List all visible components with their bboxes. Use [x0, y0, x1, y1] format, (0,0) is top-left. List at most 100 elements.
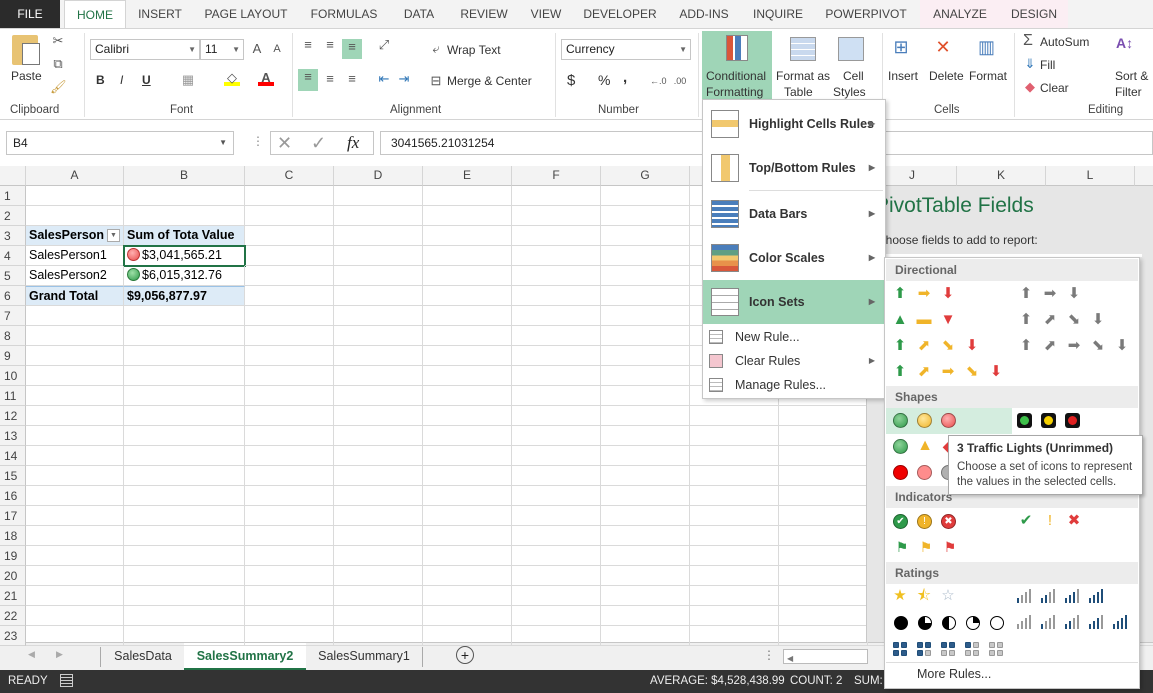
cell-D22[interactable]: [334, 606, 423, 626]
column-header-k[interactable]: K: [957, 166, 1046, 186]
row-header-14[interactable]: 14: [0, 446, 26, 466]
cell-G9[interactable]: [601, 346, 690, 366]
copy-icon[interactable]: ⧉: [50, 56, 66, 72]
cell-C12[interactable]: [245, 406, 334, 426]
cell-A5[interactable]: SalesPerson2: [26, 266, 124, 286]
row-header-18[interactable]: 18: [0, 526, 26, 546]
column-header-e[interactable]: E: [423, 166, 512, 186]
cell-D19[interactable]: [334, 546, 423, 566]
tab-review[interactable]: REVIEW: [452, 0, 516, 28]
cell-C17[interactable]: [245, 506, 334, 526]
cell-D11[interactable]: [334, 386, 423, 406]
cell-H12[interactable]: [690, 406, 779, 426]
cell-A9[interactable]: [26, 346, 124, 366]
cell-E19[interactable]: [423, 546, 512, 566]
menu-item-manage-rules[interactable]: Manage Rules...: [703, 373, 885, 397]
comma-button[interactable]: ,: [623, 69, 627, 86]
more-rules-link[interactable]: More Rules...: [917, 667, 991, 681]
borders-icon[interactable]: ▦: [180, 72, 196, 88]
insert-button[interactable]: Insert: [888, 69, 918, 83]
cell-C19[interactable]: [245, 546, 334, 566]
tab-data[interactable]: DATA: [392, 0, 446, 28]
cell-B1[interactable]: [124, 186, 245, 206]
sheet-tab-salessummary1[interactable]: SalesSummary1: [306, 643, 422, 670]
cell-A12[interactable]: [26, 406, 124, 426]
cell-B2[interactable]: [124, 206, 245, 226]
column-header-b[interactable]: B: [124, 166, 245, 186]
formula-bar-grip-icon[interactable]: ⋮: [252, 134, 264, 148]
paste-button[interactable]: Paste: [11, 69, 42, 83]
row-header-5[interactable]: 5: [0, 266, 26, 286]
cell-A8[interactable]: [26, 326, 124, 346]
cell-F1[interactable]: [512, 186, 601, 206]
underline-button[interactable]: U: [142, 73, 151, 87]
cell-D21[interactable]: [334, 586, 423, 606]
cell-E11[interactable]: [423, 386, 512, 406]
cell-E6[interactable]: [423, 286, 512, 306]
cell-B18[interactable]: [124, 526, 245, 546]
cell-F9[interactable]: [512, 346, 601, 366]
align-bottom-icon[interactable]: ≡: [342, 39, 362, 59]
cell-I14[interactable]: [779, 446, 868, 466]
cell-F10[interactable]: [512, 366, 601, 386]
cell-F13[interactable]: [512, 426, 601, 446]
align-center-icon[interactable]: ≡: [322, 71, 338, 87]
tab-formulas[interactable]: FORMULAS: [302, 0, 386, 28]
sheet-tab-salesdata[interactable]: SalesData: [102, 643, 184, 670]
conditional-formatting-button[interactable]: Conditional Formatting: [702, 31, 772, 101]
cell-F14[interactable]: [512, 446, 601, 466]
cell-B16[interactable]: [124, 486, 245, 506]
cell-C1[interactable]: [245, 186, 334, 206]
cell-C20[interactable]: [245, 566, 334, 586]
format-painter-icon[interactable]: 🖌: [50, 79, 67, 95]
tab-analyze[interactable]: ANALYZE: [920, 0, 1000, 28]
cell-E12[interactable]: [423, 406, 512, 426]
format-as-table-line1[interactable]: Format as: [776, 69, 830, 83]
cell-I16[interactable]: [779, 486, 868, 506]
cell-B15[interactable]: [124, 466, 245, 486]
row-header-1[interactable]: 1: [0, 186, 26, 206]
cell-styles-line1[interactable]: Cell: [843, 69, 864, 83]
autosum-button[interactable]: AutoSum: [1040, 35, 1089, 49]
cell-I18[interactable]: [779, 526, 868, 546]
row-header-21[interactable]: 21: [0, 586, 26, 606]
row-header-4[interactable]: 4: [0, 246, 26, 266]
align-right-icon[interactable]: ≡: [344, 71, 360, 87]
number-format-select[interactable]: Currency ▼: [561, 39, 691, 60]
cell-G17[interactable]: [601, 506, 690, 526]
macro-record-icon[interactable]: [60, 674, 73, 687]
cell-A16[interactable]: [26, 486, 124, 506]
cell-G16[interactable]: [601, 486, 690, 506]
cell-C7[interactable]: [245, 306, 334, 326]
row-header-9[interactable]: 9: [0, 346, 26, 366]
scrollbar-grip-icon[interactable]: ⋮: [763, 648, 775, 662]
cell-C15[interactable]: [245, 466, 334, 486]
cell-G18[interactable]: [601, 526, 690, 546]
cell-A4[interactable]: SalesPerson1: [26, 246, 124, 266]
cell-A23[interactable]: [26, 626, 124, 646]
cell-A3[interactable]: SalesPerson ▼: [26, 226, 124, 246]
cell-E17[interactable]: [423, 506, 512, 526]
cell-E7[interactable]: [423, 306, 512, 326]
row-header-12[interactable]: 12: [0, 406, 26, 426]
cell-F2[interactable]: [512, 206, 601, 226]
menu-item-highlight-cells-rules[interactable]: Highlight Cells Rules ▶: [703, 102, 885, 146]
cell-F17[interactable]: [512, 506, 601, 526]
cell-D8[interactable]: [334, 326, 423, 346]
decrease-indent-icon[interactable]: ⇤: [376, 71, 392, 87]
cell-A18[interactable]: [26, 526, 124, 546]
cell-B10[interactable]: [124, 366, 245, 386]
cell-C3[interactable]: [245, 226, 334, 246]
cell-E18[interactable]: [423, 526, 512, 546]
cell-G21[interactable]: [601, 586, 690, 606]
cell-C23[interactable]: [245, 626, 334, 646]
insert-function-icon[interactable]: fx: [347, 133, 359, 153]
cell-D9[interactable]: [334, 346, 423, 366]
fill-button[interactable]: Fill: [1040, 58, 1055, 72]
cell-G1[interactable]: [601, 186, 690, 206]
filter-dropdown-icon[interactable]: ▼: [107, 229, 120, 242]
column-header-m[interactable]: M: [1135, 166, 1153, 186]
cell-I21[interactable]: [779, 586, 868, 606]
tab-design[interactable]: DESIGN: [1000, 0, 1068, 28]
cell-D3[interactable]: [334, 226, 423, 246]
